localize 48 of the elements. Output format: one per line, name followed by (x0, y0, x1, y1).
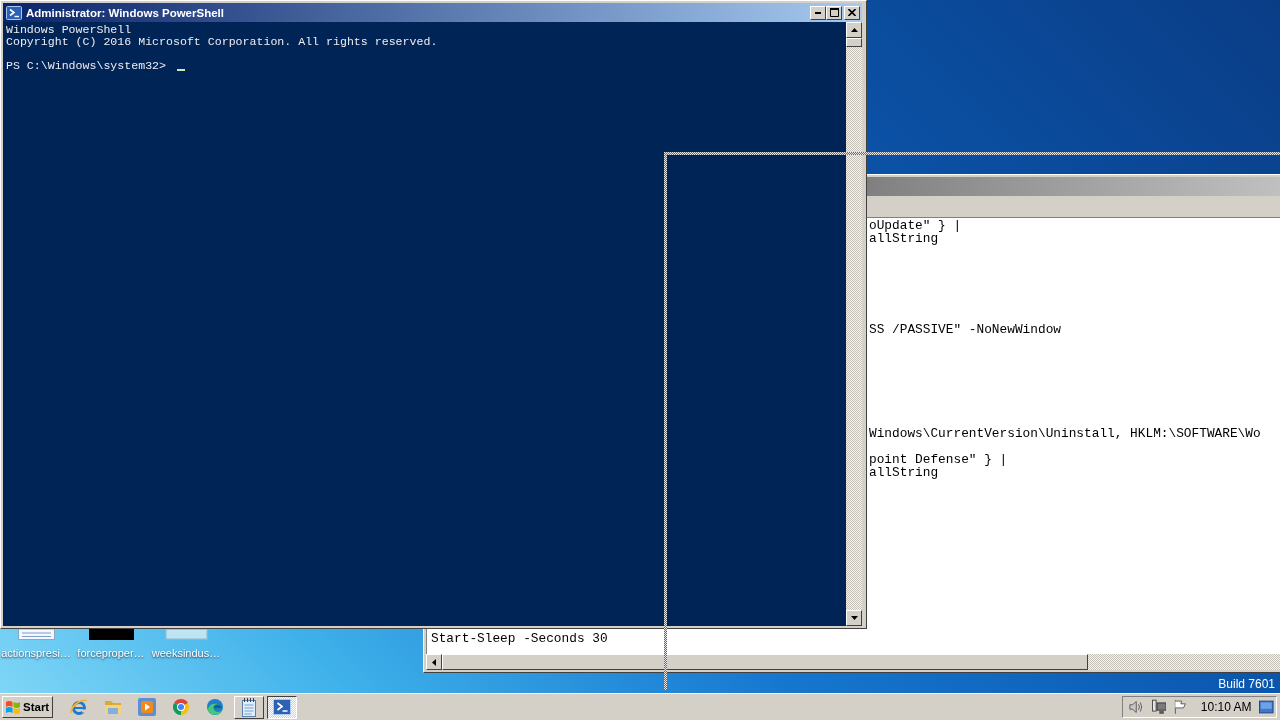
clock[interactable]: 10:10 AM (1200, 700, 1252, 714)
scrollbar-thumb[interactable] (846, 38, 862, 47)
notepad-icon (241, 697, 257, 717)
screen-icon[interactable] (1259, 700, 1274, 714)
maximize-button[interactable] (826, 5, 842, 20)
start-button[interactable]: Start (2, 696, 53, 718)
wave-icon[interactable] (206, 698, 224, 716)
segmented-circle-icon[interactable] (172, 698, 190, 716)
horizontal-scrollbar[interactable] (426, 654, 1280, 670)
window-title: Administrator: Windows PowerShell (26, 6, 224, 19)
up-arrow-icon (850, 28, 858, 32)
text-line: allString (869, 466, 939, 479)
text-line: Start-Sleep -Seconds 30 (431, 632, 608, 645)
cursor-icon (177, 69, 186, 71)
minimize-icon (815, 11, 821, 14)
terminal-icon (6, 5, 22, 20)
scrollbar-thumb[interactable] (442, 654, 1088, 670)
minimize-button[interactable] (810, 5, 826, 20)
text-area[interactable]: oUpdate" } | allString SS /PASSIVE" -NoNewWindow Windows\CurrentVersion\Uninstall, HKLM:\SOFTWARE\Wo point Defense" } | allString (867, 217, 1280, 628)
text-line: Windows\CurrentVersion\Uninstall, HKLM:\SOFTWARE\Wo (869, 427, 1261, 440)
network-icon[interactable] (1151, 699, 1167, 715)
console-text: Windows PowerShell (6, 24, 132, 36)
prompt-text: PS C:\Windows\system32> (6, 60, 167, 72)
speaker-icon[interactable] (1129, 699, 1144, 715)
close-icon (848, 9, 856, 16)
down-arrow-icon (850, 616, 858, 620)
start-logo-icon (5, 699, 21, 715)
terminal-icon (273, 699, 291, 715)
flag-icon[interactable] (1174, 699, 1187, 715)
build-number: Build 7601 (1218, 677, 1275, 691)
document-icon[interactable] (17, 629, 55, 640)
text-line: SS /PASSIVE" -NoNewWindow (869, 323, 1061, 336)
scroll-up-button[interactable] (846, 22, 862, 38)
console-text: Copyright (C) 2016 Microsoft Corporation. All rights reserved. (6, 36, 438, 48)
text-line: point Defense" } | (869, 453, 1008, 466)
play-icon[interactable] (138, 698, 156, 716)
text-line: allString (869, 232, 939, 245)
text-line: oUpdate" } | (869, 219, 962, 232)
letter-e-icon[interactable] (70, 698, 88, 716)
taskbar-button[interactable] (267, 695, 297, 719)
close-button[interactable] (844, 5, 860, 20)
console-area[interactable]: Windows PowerShell Copyright (C) 2016 Microsoft Corporation. All rights reserved. PS C:\Windows\system32> (3, 22, 846, 626)
image-thumbnail[interactable] (88, 629, 134, 640)
scroll-left-button[interactable] (426, 654, 442, 670)
scroll-down-button[interactable] (846, 610, 862, 626)
vertical-scrollbar[interactable] (846, 22, 862, 626)
left-arrow-icon (432, 658, 436, 666)
maximize-icon (829, 8, 839, 17)
